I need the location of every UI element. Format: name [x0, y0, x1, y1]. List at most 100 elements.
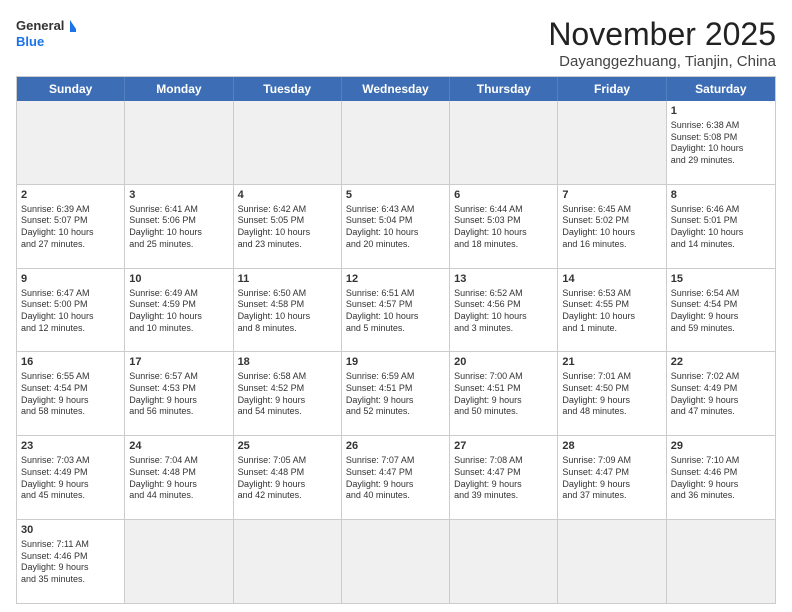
calendar-cell: 11Sunrise: 6:50 AM Sunset: 4:58 PM Dayli… [234, 269, 342, 352]
page: General Blue November 2025 Dayanggezhuan… [0, 0, 792, 612]
cell-text: Sunrise: 7:00 AM Sunset: 4:51 PM Dayligh… [454, 371, 553, 418]
calendar-cell: 28Sunrise: 7:09 AM Sunset: 4:47 PM Dayli… [558, 436, 666, 519]
cell-text: Sunrise: 6:41 AM Sunset: 5:06 PM Dayligh… [129, 204, 228, 251]
day-number: 6 [454, 188, 553, 203]
day-number: 16 [21, 355, 120, 370]
calendar-cell: 27Sunrise: 7:08 AM Sunset: 4:47 PM Dayli… [450, 436, 558, 519]
cell-text: Sunrise: 7:05 AM Sunset: 4:48 PM Dayligh… [238, 455, 337, 502]
logo: General Blue [16, 16, 76, 52]
calendar-header-cell: Friday [558, 77, 666, 101]
calendar-cell: 8Sunrise: 6:46 AM Sunset: 5:01 PM Daylig… [667, 185, 775, 268]
cell-text: Sunrise: 6:47 AM Sunset: 5:00 PM Dayligh… [21, 288, 120, 335]
day-number: 30 [21, 523, 120, 538]
day-number: 5 [346, 188, 445, 203]
cell-text: Sunrise: 6:42 AM Sunset: 5:05 PM Dayligh… [238, 204, 337, 251]
day-number: 14 [562, 272, 661, 287]
calendar-header-cell: Tuesday [234, 77, 342, 101]
day-number: 22 [671, 355, 771, 370]
cell-text: Sunrise: 6:50 AM Sunset: 4:58 PM Dayligh… [238, 288, 337, 335]
calendar-cell: 20Sunrise: 7:00 AM Sunset: 4:51 PM Dayli… [450, 352, 558, 435]
title-area: November 2025 Dayanggezhuang, Tianjin, C… [548, 16, 776, 70]
day-number: 23 [21, 439, 120, 454]
calendar-cell: 6Sunrise: 6:44 AM Sunset: 5:03 PM Daylig… [450, 185, 558, 268]
day-number: 3 [129, 188, 228, 203]
day-number: 18 [238, 355, 337, 370]
day-number: 15 [671, 272, 771, 287]
cell-text: Sunrise: 6:57 AM Sunset: 4:53 PM Dayligh… [129, 371, 228, 418]
calendar-row: 16Sunrise: 6:55 AM Sunset: 4:54 PM Dayli… [17, 351, 775, 435]
logo-svg: General Blue [16, 16, 76, 52]
calendar-cell: 17Sunrise: 6:57 AM Sunset: 4:53 PM Dayli… [125, 352, 233, 435]
calendar-cell: 13Sunrise: 6:52 AM Sunset: 4:56 PM Dayli… [450, 269, 558, 352]
calendar-cell [234, 101, 342, 184]
day-number: 4 [238, 188, 337, 203]
calendar-cell: 30Sunrise: 7:11 AM Sunset: 4:46 PM Dayli… [17, 520, 125, 603]
day-number: 8 [671, 188, 771, 203]
calendar-header-cell: Monday [125, 77, 233, 101]
cell-text: Sunrise: 7:04 AM Sunset: 4:48 PM Dayligh… [129, 455, 228, 502]
day-number: 26 [346, 439, 445, 454]
calendar-cell [17, 101, 125, 184]
calendar-row: 30Sunrise: 7:11 AM Sunset: 4:46 PM Dayli… [17, 519, 775, 603]
day-number: 25 [238, 439, 337, 454]
calendar-cell: 19Sunrise: 6:59 AM Sunset: 4:51 PM Dayli… [342, 352, 450, 435]
calendar-header-cell: Sunday [17, 77, 125, 101]
calendar-cell: 10Sunrise: 6:49 AM Sunset: 4:59 PM Dayli… [125, 269, 233, 352]
calendar-cell [450, 520, 558, 603]
cell-text: Sunrise: 6:43 AM Sunset: 5:04 PM Dayligh… [346, 204, 445, 251]
calendar-cell: 1Sunrise: 6:38 AM Sunset: 5:08 PM Daylig… [667, 101, 775, 184]
cell-text: Sunrise: 7:08 AM Sunset: 4:47 PM Dayligh… [454, 455, 553, 502]
day-number: 1 [671, 104, 771, 119]
cell-text: Sunrise: 6:45 AM Sunset: 5:02 PM Dayligh… [562, 204, 661, 251]
calendar-row: 2Sunrise: 6:39 AM Sunset: 5:07 PM Daylig… [17, 184, 775, 268]
subtitle: Dayanggezhuang, Tianjin, China [548, 53, 776, 70]
cell-text: Sunrise: 6:51 AM Sunset: 4:57 PM Dayligh… [346, 288, 445, 335]
cell-text: Sunrise: 7:10 AM Sunset: 4:46 PM Dayligh… [671, 455, 771, 502]
day-number: 27 [454, 439, 553, 454]
calendar-cell [558, 101, 666, 184]
day-number: 7 [562, 188, 661, 203]
cell-text: Sunrise: 6:54 AM Sunset: 4:54 PM Dayligh… [671, 288, 771, 335]
cell-text: Sunrise: 7:03 AM Sunset: 4:49 PM Dayligh… [21, 455, 120, 502]
calendar-cell: 5Sunrise: 6:43 AM Sunset: 5:04 PM Daylig… [342, 185, 450, 268]
calendar-row: 1Sunrise: 6:38 AM Sunset: 5:08 PM Daylig… [17, 101, 775, 184]
day-number: 21 [562, 355, 661, 370]
calendar-header-cell: Thursday [450, 77, 558, 101]
calendar-cell: 29Sunrise: 7:10 AM Sunset: 4:46 PM Dayli… [667, 436, 775, 519]
day-number: 28 [562, 439, 661, 454]
cell-text: Sunrise: 7:11 AM Sunset: 4:46 PM Dayligh… [21, 539, 120, 586]
calendar: SundayMondayTuesdayWednesdayThursdayFrid… [16, 76, 776, 604]
day-number: 11 [238, 272, 337, 287]
calendar-cell: 25Sunrise: 7:05 AM Sunset: 4:48 PM Dayli… [234, 436, 342, 519]
calendar-cell [667, 520, 775, 603]
header: General Blue November 2025 Dayanggezhuan… [16, 16, 776, 70]
cell-text: Sunrise: 6:59 AM Sunset: 4:51 PM Dayligh… [346, 371, 445, 418]
svg-text:General: General [16, 18, 64, 33]
calendar-cell [234, 520, 342, 603]
day-number: 12 [346, 272, 445, 287]
calendar-body: 1Sunrise: 6:38 AM Sunset: 5:08 PM Daylig… [17, 101, 775, 603]
cell-text: Sunrise: 6:52 AM Sunset: 4:56 PM Dayligh… [454, 288, 553, 335]
calendar-cell: 2Sunrise: 6:39 AM Sunset: 5:07 PM Daylig… [17, 185, 125, 268]
month-title: November 2025 [548, 16, 776, 53]
calendar-cell: 22Sunrise: 7:02 AM Sunset: 4:49 PM Dayli… [667, 352, 775, 435]
day-number: 19 [346, 355, 445, 370]
calendar-cell: 21Sunrise: 7:01 AM Sunset: 4:50 PM Dayli… [558, 352, 666, 435]
cell-text: Sunrise: 7:07 AM Sunset: 4:47 PM Dayligh… [346, 455, 445, 502]
day-number: 13 [454, 272, 553, 287]
calendar-cell [342, 101, 450, 184]
calendar-header: SundayMondayTuesdayWednesdayThursdayFrid… [17, 77, 775, 101]
calendar-cell: 23Sunrise: 7:03 AM Sunset: 4:49 PM Dayli… [17, 436, 125, 519]
cell-text: Sunrise: 6:49 AM Sunset: 4:59 PM Dayligh… [129, 288, 228, 335]
calendar-row: 23Sunrise: 7:03 AM Sunset: 4:49 PM Dayli… [17, 435, 775, 519]
calendar-cell: 14Sunrise: 6:53 AM Sunset: 4:55 PM Dayli… [558, 269, 666, 352]
calendar-cell [558, 520, 666, 603]
calendar-cell: 4Sunrise: 6:42 AM Sunset: 5:05 PM Daylig… [234, 185, 342, 268]
day-number: 2 [21, 188, 120, 203]
calendar-cell: 7Sunrise: 6:45 AM Sunset: 5:02 PM Daylig… [558, 185, 666, 268]
calendar-cell: 12Sunrise: 6:51 AM Sunset: 4:57 PM Dayli… [342, 269, 450, 352]
cell-text: Sunrise: 6:44 AM Sunset: 5:03 PM Dayligh… [454, 204, 553, 251]
svg-text:Blue: Blue [16, 34, 44, 49]
day-number: 9 [21, 272, 120, 287]
calendar-cell: 24Sunrise: 7:04 AM Sunset: 4:48 PM Dayli… [125, 436, 233, 519]
